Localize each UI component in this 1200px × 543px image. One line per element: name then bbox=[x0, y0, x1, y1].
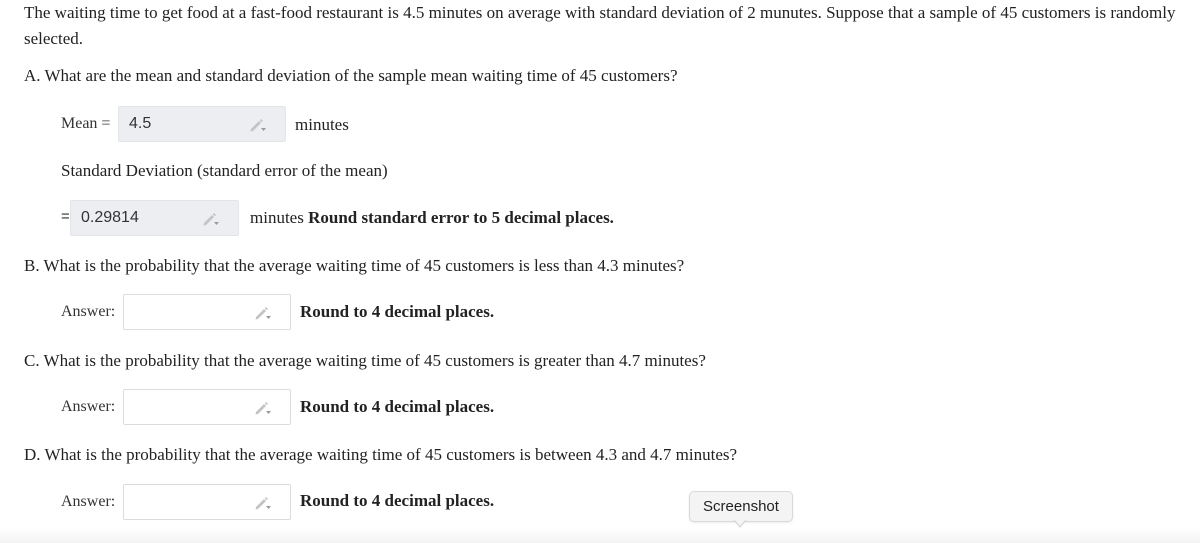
sd-input[interactable]: 0.29814 bbox=[70, 200, 239, 236]
answer-c-instruction: Round to 4 decimal places. bbox=[300, 397, 495, 416]
sd-equals-sign: = bbox=[61, 208, 70, 225]
question-a: A. What are the mean and standard deviat… bbox=[24, 66, 678, 85]
tooltip-arrow-inner bbox=[734, 519, 746, 526]
pencil-dropdown-icon[interactable] bbox=[202, 211, 220, 227]
sd-label: Standard Deviation (standard error of th… bbox=[61, 161, 388, 180]
question-b: B. What is the probability that the aver… bbox=[24, 256, 685, 275]
answer-d-instruction: Round to 4 decimal places. bbox=[300, 491, 495, 510]
answer-d-input[interactable] bbox=[123, 484, 291, 520]
sd-value: 0.29814 bbox=[81, 209, 139, 226]
mean-value: 4.5 bbox=[129, 115, 152, 132]
answer-c-label: Answer: bbox=[61, 398, 116, 415]
mean-unit: minutes bbox=[295, 115, 349, 134]
sd-unit: minutes bbox=[250, 208, 304, 227]
answer-d-label: Answer: bbox=[61, 493, 116, 510]
sd-rounding-instruction: Round standard error to 5 decimal places… bbox=[308, 208, 614, 227]
question-d: D. What is the probability that the aver… bbox=[24, 445, 738, 464]
mean-label: Mean = bbox=[61, 115, 111, 132]
answer-b-input[interactable] bbox=[123, 294, 291, 330]
pencil-dropdown-icon[interactable] bbox=[254, 495, 272, 511]
sd-unit-and-instruction: minutes Round standard error to 5 decima… bbox=[250, 208, 614, 228]
answer-b-instruction: Round to 4 decimal places. bbox=[300, 302, 495, 321]
problem-statement: The waiting time to get food at a fast-f… bbox=[24, 3, 1176, 48]
mean-input[interactable]: 4.5 bbox=[118, 106, 286, 142]
pencil-dropdown-icon[interactable] bbox=[249, 117, 267, 133]
answer-c-input[interactable] bbox=[123, 389, 291, 425]
pencil-dropdown-icon[interactable] bbox=[254, 305, 272, 321]
pencil-dropdown-icon[interactable] bbox=[254, 400, 272, 416]
screenshot-tooltip: Screenshot bbox=[689, 491, 793, 522]
page-bottom-fade bbox=[0, 528, 1200, 543]
answer-b-label: Answer: bbox=[61, 303, 116, 320]
question-c: C. What is the probability that the aver… bbox=[24, 351, 706, 370]
